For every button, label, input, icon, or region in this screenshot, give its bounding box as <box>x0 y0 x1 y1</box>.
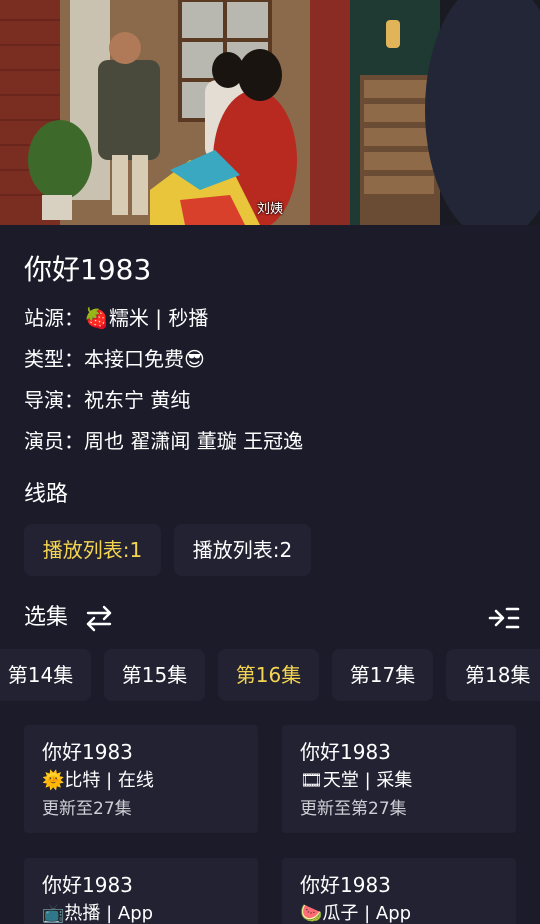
source-card-source: 🌞比特 | 在线 <box>42 770 154 791</box>
director-label: 导演： <box>24 388 84 412</box>
source-card-source: 🍉瓜子 | App <box>300 903 412 924</box>
source-label: 站源： <box>24 306 84 330</box>
cast-label: 演员： <box>24 429 84 453</box>
route-chip-2[interactable]: 播放列表:2 <box>174 524 311 576</box>
video-subtitle: 刘姨 <box>256 202 283 217</box>
source-card[interactable]: 你好1983 🎞天堂 | 采集 更新至第27集 <box>282 725 516 833</box>
type-label: 类型： <box>24 347 84 371</box>
source-card-source: 📺热播 | App <box>42 903 154 924</box>
video-player[interactable]: 刘姨 <box>0 0 540 225</box>
source-card-title: 你好1983 <box>42 873 133 897</box>
source-card-title: 你好1983 <box>300 740 391 764</box>
director-value: 祝东宁 黄纯 <box>84 388 191 412</box>
episode-chip-16[interactable]: 第16集 <box>218 649 319 701</box>
video-title: 你好1983 <box>24 253 152 286</box>
source-card-update: 更新至第27集 <box>300 799 407 819</box>
swap-arrows-icon[interactable] <box>84 603 114 633</box>
episode-chip-15[interactable]: 第15集 <box>104 649 205 701</box>
source-card[interactable]: 你好1983 📺热播 | App <box>24 858 258 924</box>
episodes-heading: 选集 <box>24 605 69 630</box>
source-card[interactable]: 你好1983 🍉瓜子 | App <box>282 858 516 924</box>
source-card-title: 你好1983 <box>300 873 391 897</box>
cast-value: 周也 翟潇闻 董璇 王冠逸 <box>84 429 304 453</box>
indent-list-icon[interactable] <box>488 604 520 632</box>
type-value: 本接口免费😎 <box>84 347 205 371</box>
source-row: 站源：🍓糯米 | 秒播 <box>24 305 208 331</box>
source-card[interactable]: 你好1983 🌞比特 | 在线 更新至27集 <box>24 725 258 833</box>
type-row: 类型：本接口免费😎 <box>24 346 205 372</box>
source-value: 🍓糯米 | 秒播 <box>84 306 209 330</box>
episode-chip-14[interactable]: 第14集 <box>0 649 91 701</box>
source-card-source: 🎞天堂 | 采集 <box>300 770 413 791</box>
source-card-update: 更新至27集 <box>42 799 132 819</box>
source-card-title: 你好1983 <box>42 740 133 764</box>
video-frame-image <box>0 0 540 225</box>
director-row: 导演：祝东宁 黄纯 <box>24 387 190 413</box>
routes-heading: 线路 <box>24 482 69 507</box>
episode-chip-17[interactable]: 第17集 <box>332 649 433 701</box>
cast-row: 演员：周也 翟潇闻 董璇 王冠逸 <box>24 428 303 454</box>
route-chip-1[interactable]: 播放列表:1 <box>24 524 161 576</box>
episode-chip-18[interactable]: 第18集 <box>446 649 540 701</box>
